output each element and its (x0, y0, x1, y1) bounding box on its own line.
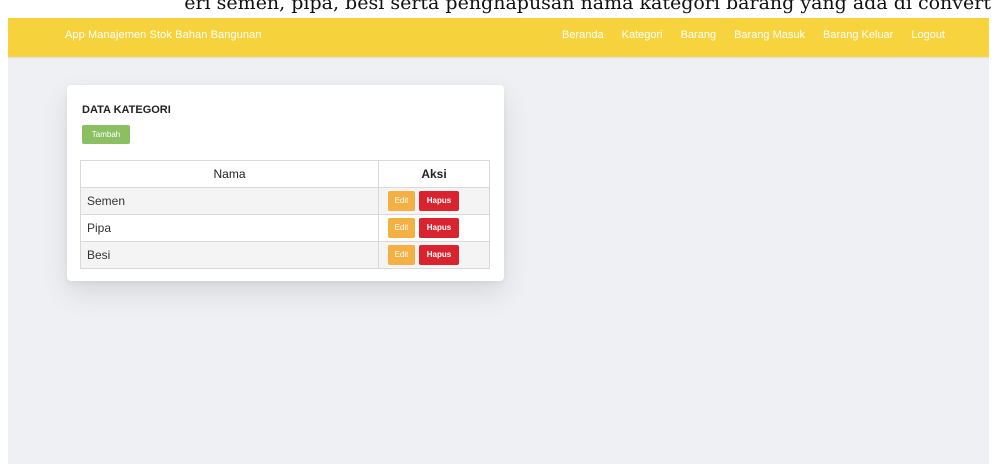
add-category-button[interactable]: Tambah (82, 125, 130, 144)
category-card: DATA KATEGORI Tambah Nama Aksi Semen Edi… (67, 85, 504, 281)
category-name-cell: Pipa (80, 214, 379, 242)
delete-button[interactable]: Hapus (419, 218, 459, 238)
table-row: Besi Edit Hapus (80, 241, 490, 269)
category-table: Nama Aksi Semen Edit Hapus Pipa Edit Hapus (80, 160, 490, 269)
action-cell: Edit Hapus (378, 214, 490, 242)
edit-button[interactable]: Edit (388, 245, 415, 265)
table-header-row: Nama Aksi (80, 160, 490, 188)
category-name-cell: Besi (80, 241, 379, 269)
column-header-nama: Nama (80, 160, 379, 188)
caption-strip: eri semen, pipa, besi serta penghapusan … (0, 0, 997, 18)
page-title: DATA KATEGORI (82, 104, 171, 116)
table-row: Pipa Edit Hapus (80, 214, 490, 242)
app-window: App Manajemen Stok Bahan Bangunan Berand… (8, 18, 989, 464)
category-name-cell: Semen (80, 187, 379, 215)
nav-link-beranda[interactable]: Beranda (562, 29, 604, 41)
nav-link-barang[interactable]: Barang (681, 29, 716, 41)
action-cell: Edit Hapus (378, 187, 490, 215)
edit-button[interactable]: Edit (388, 218, 415, 238)
column-header-aksi: Aksi (378, 160, 490, 188)
nav-link-kategori[interactable]: Kategori (622, 29, 663, 41)
nav-link-barang-masuk[interactable]: Barang Masuk (734, 29, 805, 41)
app-brand[interactable]: App Manajemen Stok Bahan Bangunan (65, 29, 262, 41)
nav-links: Beranda Kategori Barang Barang Masuk Bar… (562, 29, 945, 41)
delete-button[interactable]: Hapus (419, 245, 459, 265)
navbar: App Manajemen Stok Bahan Bangunan Berand… (8, 18, 989, 57)
action-cell: Edit Hapus (378, 241, 490, 269)
delete-button[interactable]: Hapus (419, 191, 459, 211)
nav-link-barang-keluar[interactable]: Barang Keluar (823, 29, 893, 41)
table-row: Semen Edit Hapus (80, 187, 490, 215)
nav-link-logout[interactable]: Logout (911, 29, 945, 41)
edit-button[interactable]: Edit (388, 191, 415, 211)
caption-text: eri semen, pipa, besi serta penghapusan … (184, 0, 991, 14)
